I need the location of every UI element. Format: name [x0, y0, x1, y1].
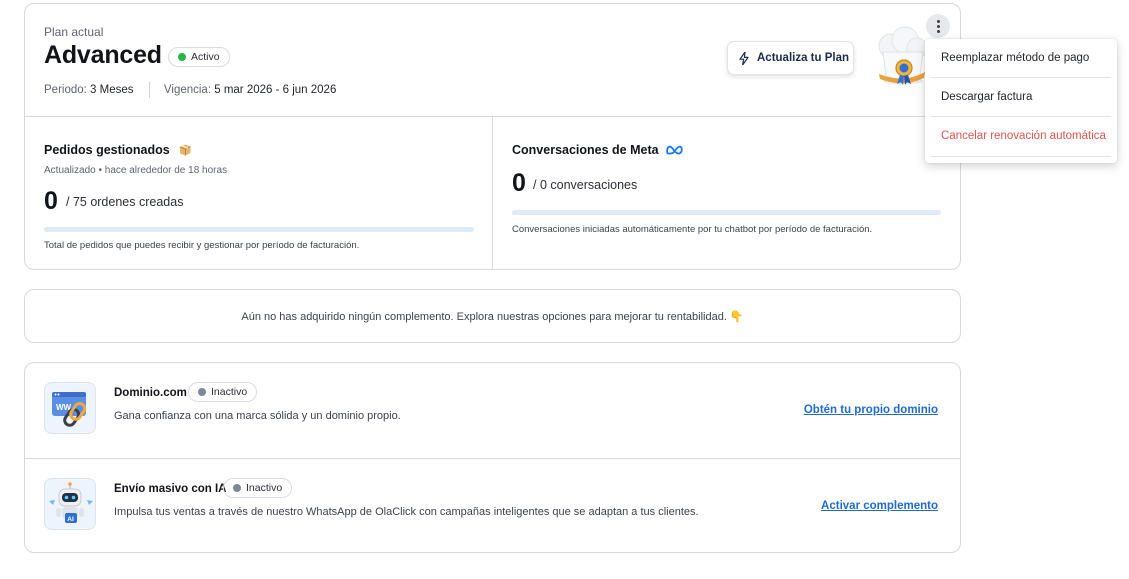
plan-label: Plan actual: [44, 25, 104, 39]
ai-robot-icon: AI: [44, 478, 96, 530]
menu-item-replace-payment[interactable]: Reemplazar método de pago: [925, 39, 1117, 78]
menu-item-cancel-renewal[interactable]: Cancelar renovación automática: [925, 117, 1117, 156]
validity-value: 5 mar 2026 - 6 jun 2026: [214, 84, 337, 97]
addon-status-badge: Inactivo: [188, 382, 258, 402]
addon-status-label: Inactivo: [246, 482, 283, 494]
addons-notice-text: Aún no has adquirido ningún complemento.…: [241, 311, 744, 323]
orders-metric-title-text: Pedidos gestionados: [44, 143, 170, 157]
plan-meta: Periodo: 3 Meses Vigencia: 5 mar 2026 - …: [44, 82, 336, 98]
orders-total-text: / 75 ordenes creadas: [66, 195, 184, 209]
upgrade-plan-label: Actualiza tu Plan: [757, 52, 850, 64]
menu-item-download-invoice[interactable]: Descargar factura: [925, 78, 1117, 117]
orders-metric: Pedidos gestionados Actualizado • hace a…: [25, 117, 492, 270]
plan-card: Plan actual Advanced Activo Periodo: 3 M…: [24, 3, 961, 270]
addon-title-mass-messaging: Envío masivo con IA: [114, 483, 227, 495]
addon-status-badge: Inactivo: [223, 478, 293, 498]
orders-count: 0: [44, 187, 58, 215]
plan-header: Plan actual Advanced Activo Periodo: 3 M…: [25, 4, 960, 117]
orders-description: Total de pedidos que puedes recibir y ge…: [44, 240, 360, 251]
addons-notice: Aún no has adquirido ningún complemento.…: [24, 289, 961, 343]
svg-text:AI: AI: [67, 516, 74, 523]
package-icon: [180, 144, 191, 156]
meta-separator: [148, 82, 150, 98]
meta-description: Conversaciones iniciadas automáticamente…: [512, 224, 873, 235]
get-domain-link[interactable]: Obtén tu propio dominio: [804, 404, 938, 416]
meta-total-text: / 0 conversaciones: [533, 178, 638, 192]
more-options-button[interactable]: [926, 14, 950, 38]
domain-chain-icon: WW: [44, 382, 96, 434]
addons-list: WW Dominio.com Inactivo Gana confianza c…: [24, 362, 961, 553]
status-dot-icon: [233, 484, 241, 492]
meta-metric-title: Conversaciones de Meta: [512, 143, 684, 157]
menu-divider: [931, 156, 1111, 157]
meta-metric: Conversaciones de Meta 0 / 0 conversacio…: [493, 117, 961, 270]
status-dot-icon: [198, 388, 206, 396]
status-dot-icon: [178, 53, 186, 61]
lightning-icon: [739, 52, 749, 65]
addon-row-mass-messaging: AI Envío masivo con IA Inactivo Impulsa …: [25, 458, 960, 553]
meta-logo-icon: [666, 145, 683, 155]
meta-count: 0: [512, 169, 526, 197]
period-value: 3 Meses: [90, 84, 134, 97]
status-badge-label: Activo: [191, 51, 220, 63]
validity-label: Vigencia:: [163, 84, 212, 97]
options-dropdown-menu: Reemplazar método de pago Descargar fact…: [925, 39, 1117, 163]
activate-addon-link[interactable]: Activar complemento: [821, 500, 938, 512]
meta-progress-bar: [512, 210, 941, 215]
status-badge: Activo: [168, 47, 230, 67]
addon-status-label: Inactivo: [211, 386, 248, 398]
meta-metric-title-text: Conversaciones de Meta: [512, 143, 659, 157]
addon-description-mass-messaging: Impulsa tus ventas a través de nuestro W…: [114, 506, 699, 518]
upgrade-plan-button[interactable]: Actualiza tu Plan: [727, 41, 854, 75]
plan-name: Advanced: [44, 41, 162, 69]
period-label: Periodo:: [44, 84, 87, 97]
addon-title-domain: Dominio.com: [114, 387, 187, 399]
orders-progress-bar: [44, 227, 474, 232]
chef-hat-medal-icon: [878, 26, 928, 85]
addon-row-domain: WW Dominio.com Inactivo Gana confianza c…: [25, 363, 960, 458]
addon-description-domain: Gana confianza con una marca sólida y un…: [114, 410, 401, 422]
orders-updated-text: Actualizado • hace alrededor de 18 horas: [44, 165, 228, 176]
orders-metric-title: Pedidos gestionados: [44, 143, 192, 157]
